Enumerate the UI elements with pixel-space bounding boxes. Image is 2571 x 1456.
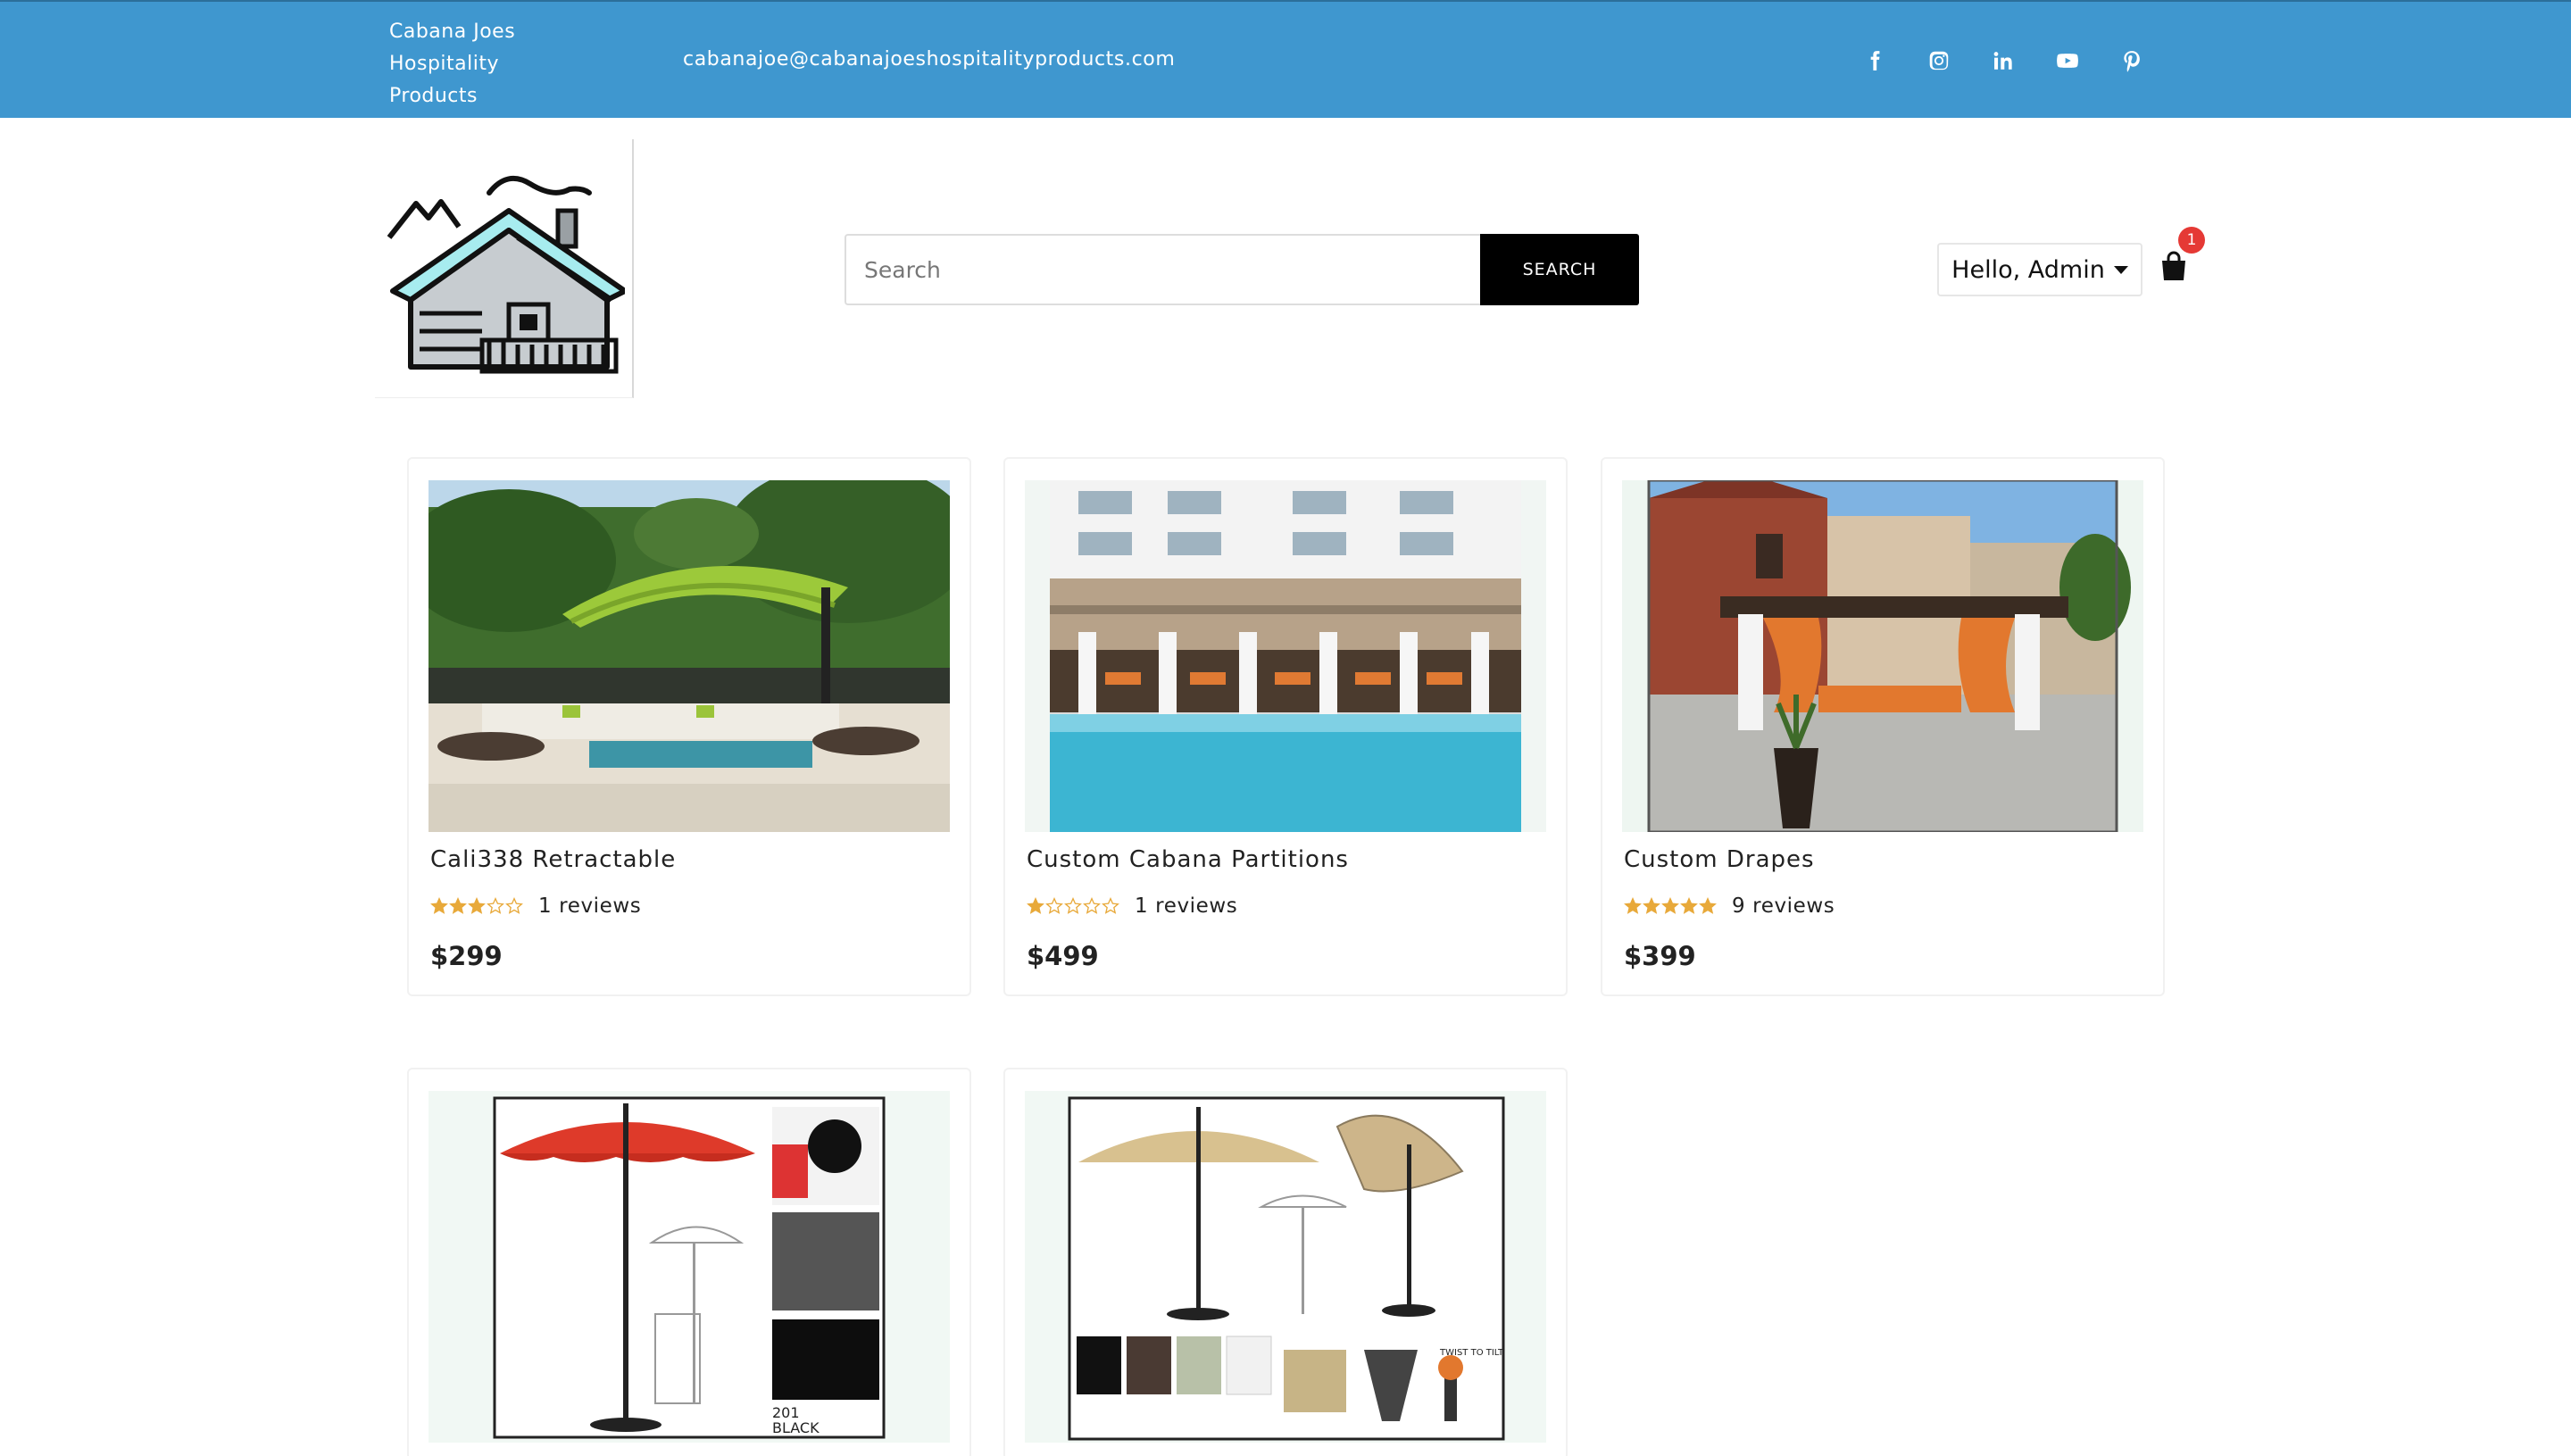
svg-text:BLACK: BLACK [772,1419,820,1436]
star-empty-icon [1064,897,1082,914]
star-filled-icon [1624,897,1642,914]
product-rating: 1 reviews [430,894,641,918]
search-input[interactable] [845,234,1480,305]
star-filled-icon [1027,897,1044,914]
linkedin-icon[interactable] [1985,43,2021,79]
product-image[interactable] [428,480,950,832]
user-menu-dropdown[interactable]: Hello, Admin [1937,243,2142,296]
product-image[interactable] [1622,480,2143,832]
product-card[interactable]: TWIST TO TILT [1003,1068,1568,1456]
svg-text:TWIST TO TILT: TWIST TO TILT [1439,1348,1504,1358]
star-filled-icon [1661,897,1679,914]
contact-email[interactable]: cabanajoe@cabanajoeshospitalityproducts.… [683,48,1175,71]
cart-count-badge: 1 [2178,227,2205,254]
pinterest-icon[interactable] [2114,43,2150,79]
review-count: 1 reviews [1135,894,1238,918]
search-bar: SEARCH [845,234,1639,305]
star-rating [1624,897,1718,915]
star-filled-icon [1699,897,1717,914]
product-price: $399 [1624,941,1696,971]
product-title[interactable]: Custom Drapes [1624,846,1815,873]
brand-line: Hospitality [389,53,500,75]
star-empty-icon [505,897,523,914]
star-rating [1027,897,1120,915]
star-empty-icon [1045,897,1063,914]
instagram-icon[interactable] [1921,43,1957,79]
star-empty-icon [1102,897,1119,914]
caret-down-icon [2113,265,2128,274]
product-card[interactable]: Custom Cabana Partitions 1 reviews $499 [1003,457,1568,996]
product-price: $499 [1027,941,1099,971]
top-bar: Cabana Joes Hospitality Products cabanaj… [0,0,2571,118]
star-filled-icon [1643,897,1660,914]
product-card[interactable]: Custom Drapes 9 reviews $399 [1601,457,2165,996]
youtube-icon[interactable] [2050,43,2085,79]
product-image[interactable]: TWIST TO TILT [1025,1091,1546,1443]
cabin-logo-icon [387,175,625,374]
product-price: $299 [430,941,503,971]
shopping-bag-icon[interactable] [2159,250,2189,286]
product-title[interactable]: Cali338 Retractable [430,846,676,873]
brand-line: Cabana Joes [389,21,516,43]
product-card[interactable]: 201 BLACK [407,1068,971,1456]
product-card[interactable]: Cali338 Retractable 1 reviews $299 [407,457,971,996]
star-empty-icon [487,897,504,914]
product-image[interactable] [1025,480,1546,832]
product-image[interactable]: 201 BLACK [428,1091,950,1443]
brand-name[interactable]: Cabana Joes Hospitality Products [389,16,550,112]
facebook-icon[interactable] [1857,43,1893,79]
star-rating [430,897,524,915]
product-title[interactable]: Custom Cabana Partitions [1027,846,1349,873]
star-filled-icon [430,897,448,914]
site-logo[interactable] [375,139,634,398]
search-button[interactable]: SEARCH [1480,234,1639,305]
star-filled-icon [449,897,467,914]
user-greeting: Hello, Admin [1951,255,2105,284]
review-count: 1 reviews [538,894,642,918]
star-filled-icon [1680,897,1698,914]
product-rating: 9 reviews [1624,894,1835,918]
brand-line: Products [389,85,478,107]
social-links [1857,43,2178,79]
star-empty-icon [1083,897,1101,914]
review-count: 9 reviews [1732,894,1835,918]
star-filled-icon [468,897,486,914]
product-rating: 1 reviews [1027,894,1237,918]
